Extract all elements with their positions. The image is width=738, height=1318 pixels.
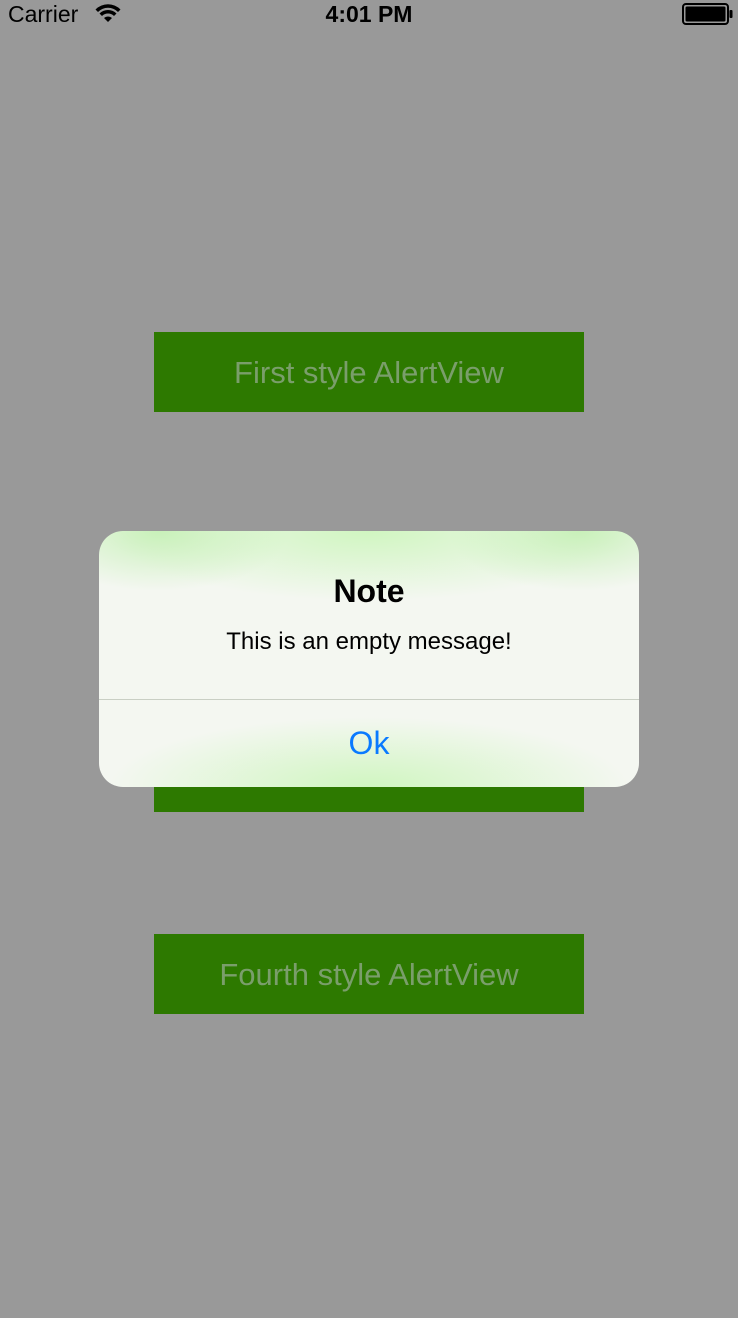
alert-dialog: Note This is an empty message! Ok [99, 531, 639, 787]
alert-message: This is an empty message! [226, 628, 512, 655]
status-time: 4:01 PM [325, 1, 413, 27]
alert-title: Note [333, 573, 405, 609]
status-bar: Carrier 4:01 PM [0, 0, 738, 28]
first-style-alertview-button[interactable]: First style AlertView [154, 332, 584, 412]
fourth-style-alertview-button[interactable]: Fourth style AlertView [154, 934, 584, 1014]
ok-button[interactable]: Ok [99, 700, 639, 787]
battery-full-icon [682, 3, 734, 25]
